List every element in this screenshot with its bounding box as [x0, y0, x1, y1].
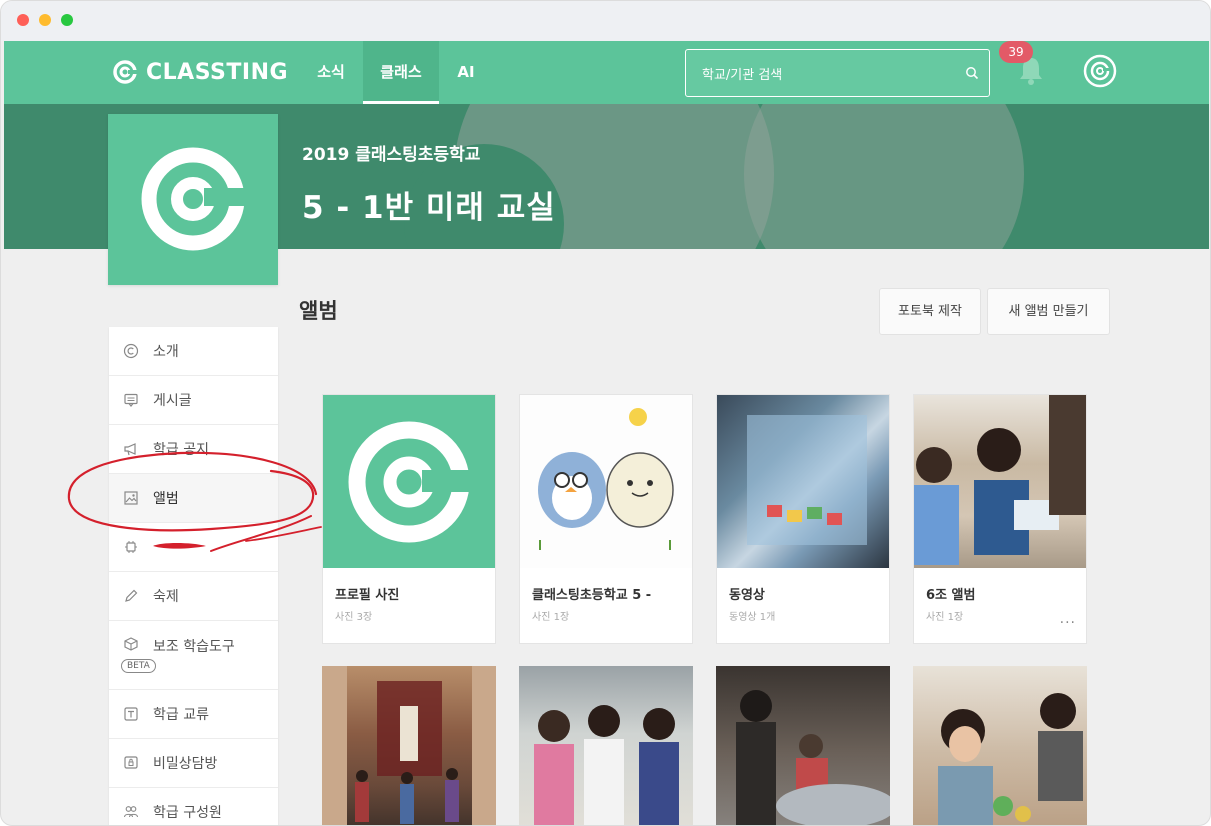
album-count: 사진 1장	[532, 612, 570, 623]
tab-ai[interactable]: AI	[448, 41, 484, 104]
sidebar-item-label: 학급 교류	[153, 707, 209, 723]
copyright-icon	[123, 343, 139, 359]
classting-logo-icon	[113, 60, 138, 84]
banner-decoration	[744, 104, 1024, 249]
students-photo-icon	[914, 395, 1086, 565]
album-card[interactable]	[322, 666, 496, 825]
red-annotation-circle	[67, 451, 322, 552]
search-icon[interactable]	[965, 66, 979, 80]
album-thumbnail	[323, 395, 495, 568]
sidebar-item-secret-counsel[interactable]: 비밀상담방	[109, 739, 278, 788]
photobook-button[interactable]: 포토북 제작	[879, 288, 981, 335]
red-scribble-mark	[153, 543, 206, 549]
class-logo	[108, 114, 278, 285]
close-window-button[interactable]	[17, 14, 29, 26]
album-count: 동영상 1개	[729, 612, 776, 623]
classting-logo-icon	[348, 421, 482, 543]
sidebar-item-posts[interactable]: 게시글	[109, 376, 278, 425]
museum-photo-icon	[322, 666, 496, 825]
school-name: 2019 클래스팅초등학교	[302, 145, 481, 165]
sidebar-item-label: 숙제	[153, 589, 179, 605]
sidebar-item-label: 비밀상담방	[153, 756, 218, 772]
sidebar-item-members[interactable]: 학급 구성원	[109, 788, 278, 825]
classting-logo[interactable]: CLASSTING	[112, 58, 288, 86]
maximize-window-button[interactable]	[61, 14, 73, 26]
class-sidebar-menu: 소개 게시글 학급 공지 앨범 숙제 보조 학습도구 BETA 학급 교류 비밀…	[109, 327, 278, 825]
sidebar-item-intro[interactable]: 소개	[109, 327, 278, 376]
album-title: 동영상	[729, 588, 765, 603]
more-options-icon[interactable]: ...	[1060, 611, 1076, 627]
new-album-button[interactable]: 새 앨범 만들기	[987, 288, 1110, 335]
tab-class[interactable]: 클래스	[363, 41, 439, 104]
mascot-illustration-icon	[538, 408, 674, 550]
window-chrome	[1, 1, 1210, 41]
letter-t-icon	[124, 707, 138, 721]
sidebar-item-class-exchange[interactable]: 학급 교류	[109, 690, 278, 739]
classting-logo-icon	[141, 147, 250, 251]
cube-icon	[124, 637, 138, 651]
album-thumbnail	[914, 395, 1086, 568]
album-count: 사진 3장	[335, 612, 373, 623]
post-icon	[124, 393, 138, 407]
lock-chat-icon	[124, 756, 138, 769]
album-thumbnail	[717, 395, 889, 568]
browser-window: CLASSTING 소식 클래스 AI 학교/기관 검색 39 2019 클래스…	[0, 0, 1211, 826]
students-group-photo-icon	[534, 705, 679, 825]
album-card[interactable]: 클래스팅초등학교 5 - 사진 1장	[519, 394, 693, 644]
members-icon	[123, 806, 139, 818]
album-thumbnail	[520, 395, 692, 568]
exhibit-photo-icon	[736, 690, 890, 825]
logo-text: CLASSTING	[146, 59, 289, 85]
search-placeholder: 학교/기관 검색	[702, 68, 783, 83]
sidebar-item-label: 게시글	[153, 393, 192, 409]
album-count: 사진 1장	[926, 612, 964, 623]
album-title: 프로필 사진	[335, 588, 400, 603]
sidebar-item-label: 학급 구성원	[153, 805, 222, 821]
album-card[interactable]: 6조 앨범 사진 1장 ...	[913, 394, 1087, 644]
top-navigation-bar: CLASSTING 소식 클래스 AI 학교/기관 검색 39	[4, 41, 1209, 104]
album-title: 클래스팅초등학교 5 -	[532, 588, 652, 603]
notification-count-badge: 39	[999, 41, 1033, 63]
pencil-icon	[125, 589, 138, 602]
album-card[interactable]: 프로필 사진 사진 3장	[322, 394, 496, 644]
album-card[interactable]: 동영상 동영상 1개	[716, 394, 890, 644]
minimize-window-button[interactable]	[39, 14, 51, 26]
class-name: 5 - 1반 미래 교실	[302, 190, 556, 226]
kids-craft-photo-icon	[938, 693, 1083, 825]
profile-avatar-icon[interactable]	[1083, 54, 1117, 88]
album-card[interactable]	[716, 666, 890, 825]
search-input[interactable]: 학교/기관 검색	[685, 49, 990, 97]
beta-badge: BETA	[121, 659, 156, 673]
sidebar-item-label: 소개	[153, 344, 179, 360]
sidebar-item-label: 보조 학습도구	[153, 639, 235, 655]
album-card[interactable]	[519, 666, 693, 825]
album-title: 6조 앨범	[926, 588, 976, 603]
sidebar-item-learning-tools[interactable]: 보조 학습도구 BETA	[109, 621, 278, 690]
sidebar-item-homework[interactable]: 숙제	[109, 572, 278, 621]
album-card[interactable]	[913, 666, 1087, 825]
tab-news[interactable]: 소식	[306, 41, 356, 104]
tablet-photo-icon	[747, 415, 867, 545]
page-title: 앨범	[299, 299, 338, 323]
